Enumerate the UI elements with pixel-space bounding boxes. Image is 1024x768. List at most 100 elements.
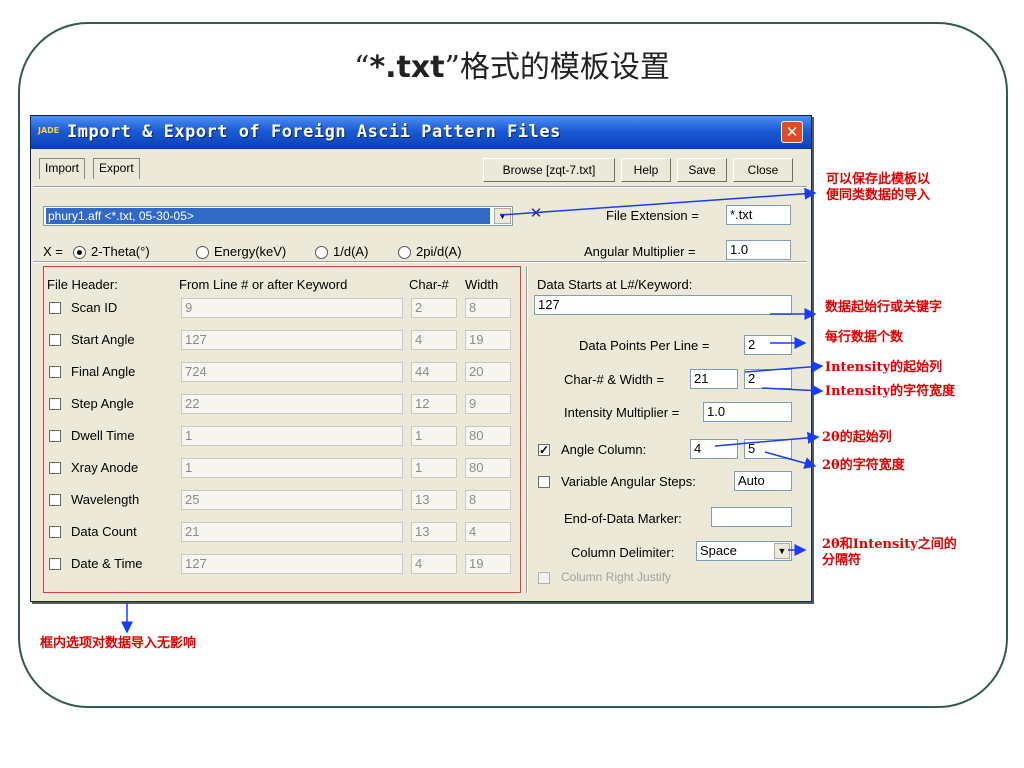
variable-steps-checkbox[interactable] <box>538 476 550 488</box>
intensity-width-field[interactable]: 2 <box>744 369 792 389</box>
header-row-line-field[interactable]: 9 <box>181 298 403 318</box>
help-button[interactable]: Help <box>621 158 671 182</box>
radio-1-over-d[interactable] <box>315 246 328 259</box>
intensity-char-field[interactable]: 21 <box>690 369 738 389</box>
file-header-label: File Header: <box>47 277 118 292</box>
points-per-line-field[interactable]: 2 <box>744 335 792 355</box>
header-row-checkbox[interactable] <box>49 398 61 410</box>
angular-multiplier-field[interactable]: 1.0 <box>726 240 791 260</box>
angle-char-field[interactable]: 4 <box>690 439 738 459</box>
header-row-width-field[interactable]: 8 <box>465 298 511 318</box>
header-row-checkbox[interactable] <box>49 334 61 346</box>
template-select-value: phury1.aff <*.txt, 05-30-05> <box>46 208 490 224</box>
note-delimiter: 2θ和Intensity之间的 分隔符 <box>822 537 957 569</box>
angle-width-field[interactable]: 5 <box>744 439 792 459</box>
right-justify-label: Column Right Justify <box>561 570 672 584</box>
delimiter-select[interactable]: Space ▼ <box>696 541 792 561</box>
file-extension-field[interactable]: *.txt <box>726 205 791 225</box>
header-row-char-field[interactable]: 13 <box>411 522 457 542</box>
chevron-down-icon[interactable]: ▼ <box>774 543 790 559</box>
close-icon[interactable]: ✕ <box>781 121 803 143</box>
title-text: 格式的模板设置 <box>459 50 670 85</box>
header-row-checkbox[interactable] <box>49 494 61 506</box>
save-button[interactable]: Save <box>677 158 727 182</box>
variable-steps-field[interactable]: Auto <box>734 471 792 491</box>
header-row-width-field[interactable]: 19 <box>465 330 511 350</box>
header-row-char-field[interactable]: 1 <box>411 458 457 478</box>
header-row-label: Start Angle <box>71 332 135 347</box>
note-angle-width: 2θ的字符宽度 <box>822 458 905 473</box>
note-save-template: 可以保存此模板以 便同类数据的导入 <box>826 172 930 204</box>
radio-2pi-over-d[interactable] <box>398 246 411 259</box>
delimiter-label: Column Delimiter: <box>571 545 675 560</box>
header-row-line-field[interactable]: 21 <box>181 522 403 542</box>
angle-column-checkbox[interactable]: ✓ <box>538 444 550 456</box>
header-row-line-field[interactable]: 22 <box>181 394 403 414</box>
header-row-char-field[interactable]: 4 <box>411 330 457 350</box>
header-row-char-field[interactable]: 13 <box>411 490 457 510</box>
header-row-label: Dwell Time <box>71 428 135 443</box>
header-row-label: Scan ID <box>71 300 118 315</box>
radio-2pi-over-d-label: 2pi/d(A) <box>416 244 462 259</box>
header-row-line-field[interactable]: 25 <box>181 490 403 510</box>
file-extension-label: File Extension = <box>606 208 699 223</box>
header-row-width-field[interactable]: 20 <box>465 362 511 382</box>
header-row-width-field[interactable]: 8 <box>465 490 511 510</box>
header-row-checkbox[interactable] <box>49 462 61 474</box>
header-row-char-field[interactable]: 1 <box>411 426 457 446</box>
header-row-line-field[interactable]: 127 <box>181 330 403 350</box>
template-select[interactable]: phury1.aff <*.txt, 05-30-05> ▼ <box>43 206 513 226</box>
dialog-title: Import & Export of Foreign Ascii Pattern… <box>67 122 561 142</box>
dialog-titlebar[interactable]: JADE Import & Export of Foreign Ascii Pa… <box>31 116 811 149</box>
intensity-multiplier-label: Intensity Multiplier = <box>564 405 680 420</box>
header-row-width-field[interactable]: 9 <box>465 394 511 414</box>
divider <box>33 261 807 263</box>
clear-icon[interactable]: ✕ <box>526 204 546 226</box>
app-icon: JADE <box>38 126 60 135</box>
angle-column-label: Angle Column: <box>561 442 647 457</box>
tab-export[interactable]: Export <box>93 158 140 179</box>
radio-energy[interactable] <box>196 246 209 259</box>
radio-2theta[interactable] <box>73 246 86 259</box>
delimiter-value: Space <box>700 543 737 558</box>
points-per-line-label: Data Points Per Line = <box>579 338 710 353</box>
header-row-char-field[interactable]: 44 <box>411 362 457 382</box>
header-row-checkbox[interactable] <box>49 558 61 570</box>
header-row-label: Data Count <box>71 524 137 539</box>
right-justify-checkbox[interactable] <box>538 572 550 584</box>
note-box: 框内选项对数据导入无影响 <box>40 636 197 651</box>
x-axis-label: X = <box>43 244 63 259</box>
header-row-width-field[interactable]: 19 <box>465 554 511 574</box>
header-row-checkbox[interactable] <box>49 302 61 314</box>
header-row-char-field[interactable]: 4 <box>411 554 457 574</box>
panel-separator <box>526 266 528 593</box>
chevron-down-icon[interactable]: ▼ <box>494 208 511 224</box>
end-marker-field[interactable] <box>711 507 792 527</box>
width-header: Width <box>465 277 499 292</box>
header-row-char-field[interactable]: 12 <box>411 394 457 414</box>
header-row-line-field[interactable]: 1 <box>181 458 403 478</box>
header-row-width-field[interactable]: 80 <box>465 458 511 478</box>
header-row-line-field[interactable]: 724 <box>181 362 403 382</box>
header-row-width-field[interactable]: 80 <box>465 426 511 446</box>
header-row-char-field[interactable]: 2 <box>411 298 457 318</box>
data-starts-field[interactable]: 127 <box>534 295 792 315</box>
header-row-width-field[interactable]: 4 <box>465 522 511 542</box>
header-row-checkbox[interactable] <box>49 526 61 538</box>
note-points-per-line: 每行数据个数 <box>825 330 904 345</box>
data-starts-label: Data Starts at L#/Keyword: <box>537 277 693 292</box>
note-delimiter-line: 分隔符 <box>822 553 862 568</box>
browse-button[interactable]: Browse [zqt-7.txt] <box>483 158 615 182</box>
tab-import[interactable]: Import <box>39 158 86 179</box>
char-header: Char-# <box>409 277 449 292</box>
header-row-line-field[interactable]: 1 <box>181 426 403 446</box>
divider <box>33 186 807 188</box>
header-row-checkbox[interactable] <box>49 430 61 442</box>
import-export-dialog: JADE Import & Export of Foreign Ascii Pa… <box>30 115 812 602</box>
title-quote-open: “ <box>354 50 370 85</box>
intensity-multiplier-field[interactable]: 1.0 <box>703 402 792 422</box>
header-row-label: Date & Time <box>71 556 143 571</box>
close-button[interactable]: Close <box>733 158 793 182</box>
header-row-line-field[interactable]: 127 <box>181 554 403 574</box>
header-row-checkbox[interactable] <box>49 366 61 378</box>
